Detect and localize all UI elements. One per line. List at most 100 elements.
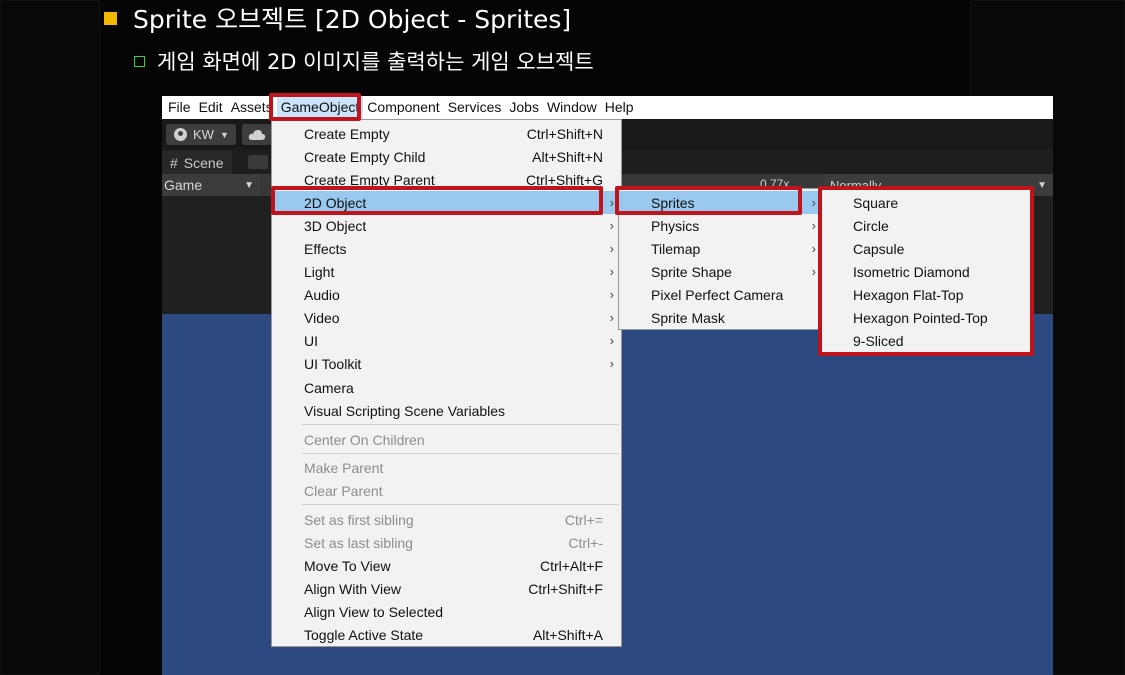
menu-item[interactable]: Toggle Active State Alt+Shift+A bbox=[272, 623, 621, 646]
menu-item-label: Circle bbox=[853, 217, 889, 234]
menu-item-9-sliced[interactable]: 9-Sliced bbox=[821, 329, 1031, 352]
menu-jobs[interactable]: Jobs bbox=[505, 96, 543, 119]
menu-item-shortcut: Ctrl+Shift+F bbox=[528, 580, 603, 597]
2d-object-submenu: Sprites › Physics › Tilemap › Sprite Shape ›… bbox=[618, 188, 824, 330]
menu-item: Set as last sibling Ctrl+- bbox=[272, 531, 621, 554]
menu-edit[interactable]: Edit bbox=[195, 96, 227, 119]
chevron-right-icon: › bbox=[609, 333, 614, 348]
tab-scene-label: Scene bbox=[183, 154, 224, 171]
menu-item-label: UI Toolkit bbox=[304, 355, 362, 372]
chevron-right-icon: › bbox=[609, 195, 614, 210]
menu-item-label: Isometric Diamond bbox=[853, 263, 970, 280]
sprites-submenu: Square Circle Capsule Isometric Diamond … bbox=[820, 188, 1032, 354]
menu-item-label: Create Empty Parent bbox=[304, 171, 435, 188]
menu-item-label: Sprite Mask bbox=[651, 309, 725, 326]
tab-scene[interactable]: # Scene bbox=[162, 151, 232, 174]
menu-component[interactable]: Component bbox=[363, 96, 443, 119]
slide-subtitle-text: 게임 화면에 2D 이미지를 출력하는 게임 오브젝트 bbox=[157, 50, 594, 74]
menu-item-label: Capsule bbox=[853, 240, 905, 257]
chevron-right-icon: › bbox=[811, 241, 816, 256]
menu-item-label: Camera bbox=[304, 379, 354, 396]
menu-item[interactable]: Effects › bbox=[272, 237, 621, 260]
menu-item: Center On Children bbox=[272, 428, 621, 451]
slide-subtitle: 게임 화면에 2D 이미지를 출력하는 게임 오브젝트 bbox=[134, 46, 594, 76]
menu-item-hexagon-pointed-top[interactable]: Hexagon Pointed-Top bbox=[821, 306, 1031, 329]
square-bullet-icon bbox=[104, 11, 117, 25]
menu-item-shortcut: Ctrl+= bbox=[564, 511, 603, 528]
menu-item-label: UI bbox=[304, 332, 318, 349]
menu-item-label: Tilemap bbox=[651, 240, 701, 257]
menu-item-label: 3D Object bbox=[304, 217, 367, 234]
menu-item[interactable]: Sprite Mask bbox=[619, 306, 823, 329]
cloud-button[interactable] bbox=[242, 124, 272, 145]
menu-item[interactable]: Create Empty Parent Ctrl+Shift+G bbox=[272, 168, 621, 191]
chevron-right-icon: › bbox=[609, 287, 614, 302]
menu-item[interactable]: Audio › bbox=[272, 283, 621, 306]
menu-item-2d-object[interactable]: 2D Object › bbox=[272, 191, 621, 214]
menu-item-label: Toggle Active State bbox=[304, 626, 424, 643]
menu-item[interactable]: Sprite Shape › bbox=[619, 260, 823, 283]
menu-window[interactable]: Window bbox=[543, 96, 601, 119]
menu-separator bbox=[302, 424, 619, 425]
menu-item-label: Audio bbox=[304, 286, 340, 303]
menu-item-label: Pixel Perfect Camera bbox=[651, 286, 784, 303]
menu-item-label: Align View to Selected bbox=[304, 603, 444, 620]
display-dropdown[interactable]: Game ▼ bbox=[162, 174, 260, 196]
menu-item-label: Hexagon Pointed-Top bbox=[853, 309, 988, 326]
menu-item[interactable]: Tilemap › bbox=[619, 237, 823, 260]
menu-item-label: Clear Parent bbox=[304, 482, 383, 499]
menu-item-hexagon-flat-top[interactable]: Hexagon Flat-Top bbox=[821, 283, 1031, 306]
background-left-panel bbox=[0, 0, 100, 675]
menu-gameobject[interactable]: GameObject bbox=[276, 96, 364, 119]
menu-item[interactable]: UI › bbox=[272, 329, 621, 352]
menu-item-label: Make Parent bbox=[304, 459, 384, 476]
menu-item[interactable]: Move To View Ctrl+Alt+F bbox=[272, 554, 621, 577]
menu-item[interactable]: Video › bbox=[272, 306, 621, 329]
menu-item[interactable]: UI Toolkit › bbox=[272, 352, 621, 375]
menu-item-label: Set as last sibling bbox=[304, 534, 413, 551]
menu-item[interactable]: Align View to Selected bbox=[272, 600, 621, 623]
chevron-down-icon: ▼ bbox=[1037, 179, 1047, 191]
menu-item-label: Sprite Shape bbox=[651, 263, 732, 280]
menu-item-circle[interactable]: Circle bbox=[821, 214, 1031, 237]
menu-item[interactable]: Align With View Ctrl+Shift+F bbox=[272, 577, 621, 600]
chevron-right-icon: › bbox=[609, 310, 614, 325]
menu-item-label: Video bbox=[304, 309, 340, 326]
menu-item[interactable]: Create Empty Ctrl+Shift+N bbox=[272, 122, 621, 145]
chevron-down-icon: ▼ bbox=[219, 129, 229, 140]
menu-item-label: Create Empty Child bbox=[304, 148, 426, 165]
menu-item-label: Create Empty bbox=[304, 125, 390, 142]
slide-title: Sprite 오브젝트 [2D Object - Sprites] bbox=[104, 2, 571, 34]
gameobject-menu: Create Empty Ctrl+Shift+N Create Empty Ch… bbox=[271, 119, 622, 647]
menu-item[interactable]: Visual Scripting Scene Variables bbox=[272, 399, 621, 422]
menu-item[interactable]: 3D Object › bbox=[272, 214, 621, 237]
chevron-right-icon: › bbox=[811, 264, 816, 279]
menu-item[interactable]: Light › bbox=[272, 260, 621, 283]
account-icon bbox=[174, 128, 187, 141]
menu-assets[interactable]: Assets bbox=[227, 96, 277, 119]
game-tab-icon[interactable] bbox=[248, 155, 268, 169]
menu-item-label: Center On Children bbox=[304, 431, 425, 448]
menu-item[interactable]: Physics › bbox=[619, 214, 823, 237]
menu-services[interactable]: Services bbox=[444, 96, 506, 119]
menu-item-label: Sprites bbox=[651, 194, 695, 211]
account-button[interactable]: KW ▼ bbox=[166, 124, 236, 145]
menu-item-label: Effects bbox=[304, 240, 347, 257]
menu-item-isometric-diamond[interactable]: Isometric Diamond bbox=[821, 260, 1031, 283]
menu-item-shortcut: Ctrl+Shift+N bbox=[526, 125, 603, 142]
menu-item-label: Move To View bbox=[304, 557, 391, 574]
chevron-right-icon: › bbox=[811, 218, 816, 233]
menu-item[interactable]: Pixel Perfect Camera bbox=[619, 283, 823, 306]
menu-item[interactable]: Create Empty Child Alt+Shift+N bbox=[272, 145, 621, 168]
menu-help[interactable]: Help bbox=[601, 96, 638, 119]
display-dropdown-label: Game bbox=[164, 177, 203, 193]
menu-item-sprites[interactable]: Sprites › bbox=[619, 191, 823, 214]
menu-file[interactable]: File bbox=[164, 96, 195, 119]
menu-item-capsule[interactable]: Capsule bbox=[821, 237, 1031, 260]
menu-item-shortcut: Ctrl+- bbox=[568, 534, 603, 551]
menu-item-square[interactable]: Square bbox=[821, 191, 1031, 214]
menu-bar: File Edit Assets GameObject Component Se… bbox=[162, 96, 1053, 119]
menu-item-label: Physics bbox=[651, 217, 700, 234]
menu-item-shortcut: Alt+Shift+N bbox=[532, 148, 603, 165]
menu-item[interactable]: Camera bbox=[272, 376, 621, 399]
